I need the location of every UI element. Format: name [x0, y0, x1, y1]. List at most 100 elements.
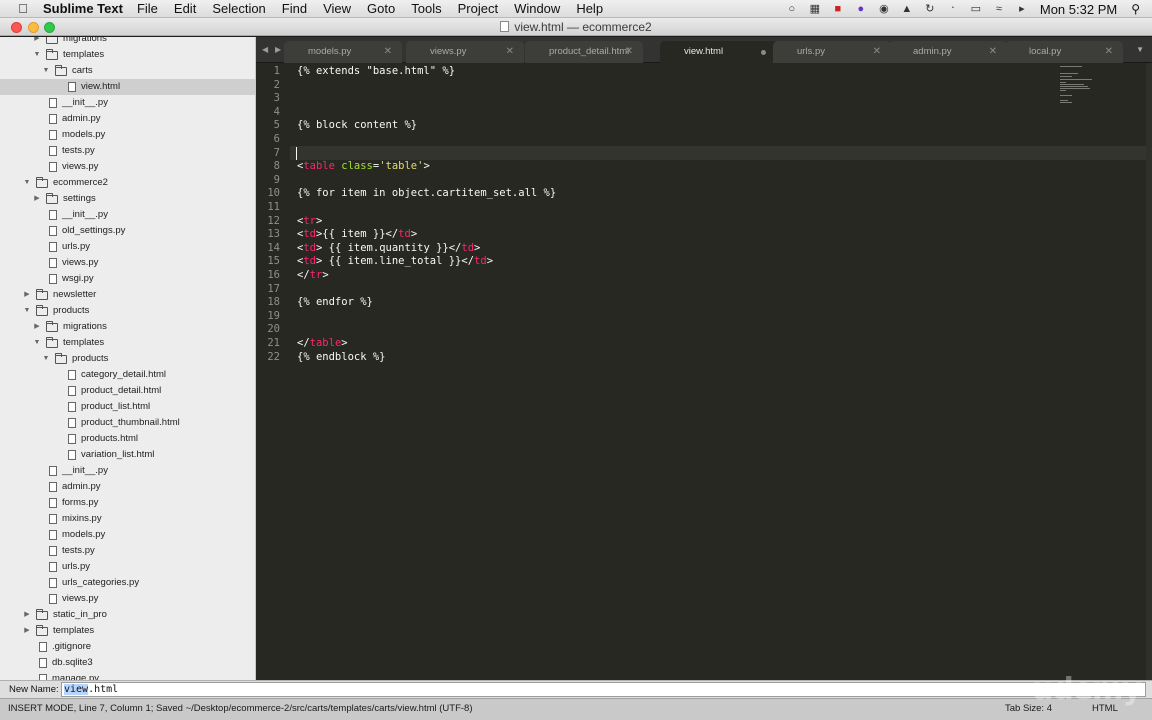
menu-tools[interactable]: Tools [411, 1, 441, 16]
battery-icon[interactable]: ▭ [969, 2, 983, 16]
volume-icon[interactable]: ▸ [1015, 2, 1029, 16]
sidebar-file[interactable]: views.py [0, 255, 255, 271]
sidebar-folder[interactable]: ▶ migrations [0, 319, 255, 335]
time-machine-icon[interactable]: ↻ [923, 2, 937, 16]
menu-selection[interactable]: Selection [212, 1, 265, 16]
apple-menu-icon[interactable]:  [15, 1, 31, 16]
window-close-button[interactable] [11, 22, 22, 33]
menu-file[interactable]: File [137, 1, 158, 16]
sidebar-file[interactable]: tests.py [0, 143, 255, 159]
disclosure-collapsed-icon[interactable]: ▶ [23, 623, 31, 639]
sidebar-file[interactable]: urls_categories.py [0, 575, 255, 591]
bluetooth-icon[interactable]: ᛫ [946, 2, 960, 16]
sidebar-folder[interactable]: ▶ templates [0, 623, 255, 639]
sidebar-folder[interactable]: ▼ carts [0, 63, 255, 79]
editor-tab[interactable]: urls.py ✕ [773, 41, 891, 63]
tab-close-icon[interactable]: ✕ [384, 41, 392, 63]
menu-window[interactable]: Window [514, 1, 560, 16]
sidebar-file[interactable]: db.sqlite3 [0, 655, 255, 671]
sidebar-file[interactable]: .gitignore [0, 639, 255, 655]
sidebar-file[interactable]: products.html [0, 431, 255, 447]
menu-goto[interactable]: Goto [367, 1, 395, 16]
menu-help[interactable]: Help [576, 1, 603, 16]
sidebar-file[interactable]: admin.py [0, 479, 255, 495]
menu-find[interactable]: Find [282, 1, 307, 16]
menubar-clock[interactable]: Mon 5:32 PM [1040, 2, 1117, 17]
sidebar-file[interactable]: __init__.py [0, 207, 255, 223]
tab-close-icon[interactable]: ✕ [873, 41, 881, 63]
disclosure-collapsed-icon[interactable]: ▶ [33, 191, 41, 207]
sidebar-file[interactable]: manage.py [0, 671, 255, 680]
editor-tab[interactable]: local.py ✕ [1005, 41, 1123, 63]
sidebar-file[interactable]: old_settings.py [0, 223, 255, 239]
tab-scroll-right-icon[interactable]: ▶ [275, 45, 281, 54]
sidebar-file[interactable]: view.html [0, 79, 255, 95]
sidebar-folder[interactable]: ▼ ecommerce2 [0, 175, 255, 191]
sidebar-folder[interactable]: ▶ newsletter [0, 287, 255, 303]
app-menu[interactable]: Sublime Text [43, 1, 123, 16]
disclosure-expanded-icon[interactable]: ▼ [42, 63, 50, 79]
code-line[interactable]: </table> [297, 337, 348, 349]
code-line[interactable]: {% block content %} [297, 119, 417, 131]
disclosure-expanded-icon[interactable]: ▼ [23, 303, 31, 319]
sidebar-file[interactable]: urls.py [0, 559, 255, 575]
sidebar-file[interactable]: tests.py [0, 543, 255, 559]
sidebar-file[interactable]: __init__.py [0, 95, 255, 111]
tab-scroll-left-icon[interactable]: ◀ [262, 45, 268, 54]
sidebar-file[interactable]: product_thumbnail.html [0, 415, 255, 431]
sidebar-file[interactable]: category_detail.html [0, 367, 255, 383]
code-line[interactable]: </tr> [297, 269, 329, 281]
tab-close-icon[interactable]: ✕ [1105, 41, 1113, 63]
code-line[interactable]: <td> {{ item.quantity }}</td> [297, 242, 480, 254]
disclosure-expanded-icon[interactable]: ▼ [23, 175, 31, 191]
sidebar-folder[interactable]: ▶ settings [0, 191, 255, 207]
sidebar-file[interactable]: models.py [0, 527, 255, 543]
disclosure-expanded-icon[interactable]: ▼ [33, 335, 41, 351]
editor-tab[interactable]: views.py ✕ [406, 41, 524, 63]
privacy-icon[interactable]: ◉ [877, 2, 891, 16]
cloud-app-icon[interactable]: ● [854, 2, 868, 16]
menu-view[interactable]: View [323, 1, 351, 16]
sidebar-file[interactable]: admin.py [0, 111, 255, 127]
code-line[interactable]: {% endfor %} [297, 296, 373, 308]
sidebar-file[interactable]: views.py [0, 591, 255, 607]
wifi-icon[interactable]: ≈ [992, 2, 1006, 16]
dropbox-icon[interactable]: ○ [785, 2, 799, 16]
editor-tab[interactable]: view.html [660, 41, 778, 63]
evernote-icon[interactable]: ■ [831, 2, 845, 16]
editor-tab[interactable]: admin.py ✕ [889, 41, 1007, 63]
code-line[interactable]: <table class='table'> [297, 160, 430, 172]
notification-icon[interactable]: ▲ [900, 2, 914, 16]
disclosure-expanded-icon[interactable]: ▼ [42, 351, 50, 367]
code-line[interactable]: {% endblock %} [297, 351, 386, 363]
sidebar-file[interactable]: product_list.html [0, 399, 255, 415]
sidebar-folder[interactable]: ▼ products [0, 303, 255, 319]
code-line[interactable]: <td> {{ item.line_total }}</td> [297, 255, 493, 267]
tab-overflow-chevron-down-icon[interactable]: ▼ [1136, 45, 1144, 54]
code-line[interactable]: {% for item in object.cartitem_set.all %… [297, 187, 556, 199]
tab-close-icon[interactable]: ✕ [989, 41, 997, 63]
sidebar-file[interactable]: views.py [0, 159, 255, 175]
sidebar-file[interactable]: urls.py [0, 239, 255, 255]
menu-tool-icon[interactable]: ▦ [808, 2, 822, 16]
disclosure-collapsed-icon[interactable]: ▶ [33, 319, 41, 335]
disclosure-collapsed-icon[interactable]: ▶ [33, 37, 41, 47]
sidebar-folder[interactable]: ▶ migrations [0, 37, 255, 47]
tab-close-icon[interactable]: ✕ [506, 41, 514, 63]
sidebar-file[interactable]: product_detail.html [0, 383, 255, 399]
vertical-scrollbar[interactable] [1146, 63, 1152, 680]
code-line[interactable]: {% extends "base.html" %} [297, 65, 455, 77]
window-minimize-button[interactable] [28, 22, 39, 33]
unsaved-dot-icon[interactable] [761, 50, 766, 55]
sidebar-file[interactable]: variation_list.html [0, 447, 255, 463]
sidebar-file[interactable]: mixins.py [0, 511, 255, 527]
spotlight-search-icon[interactable]: ⚲ [1131, 2, 1140, 16]
disclosure-collapsed-icon[interactable]: ▶ [23, 607, 31, 623]
minimap[interactable] [1060, 66, 1102, 106]
sidebar-folder[interactable]: ▼ templates [0, 335, 255, 351]
disclosure-expanded-icon[interactable]: ▼ [33, 47, 41, 63]
sidebar-file[interactable]: wsgi.py [0, 271, 255, 287]
code-editor[interactable]: 1 2 3 4 5 6 7 8 9 10 11 12 13 14 15 16 17 18 19 20 21 22 {% e… [256, 63, 1146, 680]
sidebar-folder[interactable]: ▼ products [0, 351, 255, 367]
menu-edit[interactable]: Edit [174, 1, 196, 16]
